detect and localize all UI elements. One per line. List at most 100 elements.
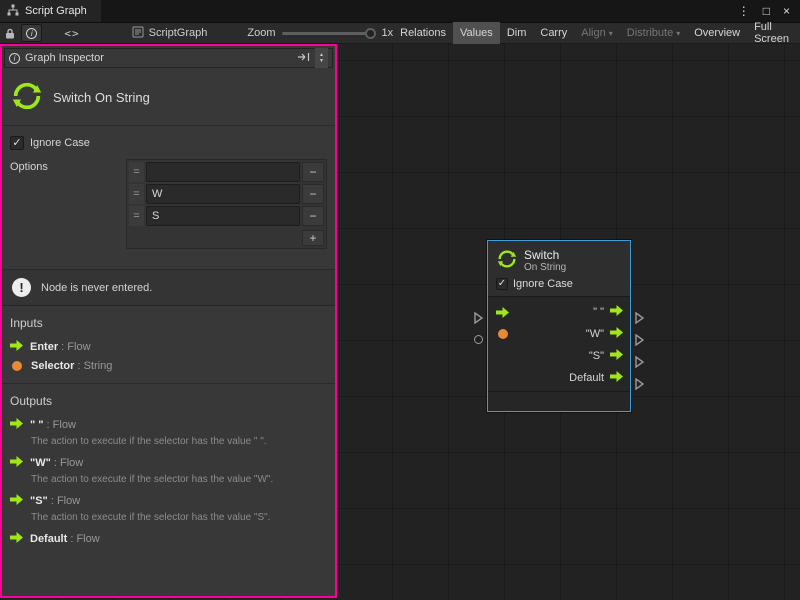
flow-out-port[interactable] [610, 305, 623, 319]
window-menu-icon[interactable]: ⋮ [738, 4, 750, 18]
drag-handle-icon[interactable]: = [129, 184, 144, 204]
node-header[interactable]: Switch On String ✓ Ignore Case [488, 241, 630, 297]
zoom-control: Zoom 1x [247, 27, 393, 39]
port-row: "S" [488, 345, 630, 367]
graph-name-label: ScriptGraph [149, 27, 208, 39]
port-name: Default [30, 533, 67, 545]
node-ignore-case-label: Ignore Case [513, 278, 573, 290]
option-row: = − [129, 162, 324, 182]
distribute-button[interactable]: Distribute ▾ [620, 22, 687, 44]
node-settings-form: ✓ Ignore Case Options = − = [2, 126, 335, 270]
graph-icon [7, 4, 19, 19]
align-button[interactable]: Align ▾ [574, 22, 619, 44]
carry-button[interactable]: Carry [533, 22, 574, 44]
option-row: = − [129, 206, 324, 226]
chevron-down-icon: ▾ [609, 29, 613, 38]
port-description: The action to execute if the selector ha… [31, 436, 327, 447]
lock-icon[interactable] [0, 28, 19, 39]
remove-option-button[interactable]: − [302, 206, 324, 226]
inspector-toggle-button[interactable]: i [21, 24, 42, 42]
flow-arrow-icon [10, 456, 23, 470]
zoom-slider[interactable] [282, 32, 374, 35]
option-input[interactable] [146, 162, 300, 182]
node-ignore-case-checkbox[interactable]: ✓ [496, 278, 508, 290]
fullscreen-button[interactable]: Full Screen [747, 22, 800, 44]
tab-script-graph[interactable]: Script Graph [0, 0, 101, 22]
output-flow-connector[interactable] [635, 378, 644, 390]
window-titlebar: Script Graph ⋮ □ × [0, 0, 800, 22]
options-label: Options [10, 159, 126, 173]
check-icon: ✓ [12, 138, 21, 149]
enter-flow-port[interactable] [496, 307, 509, 318]
remove-option-button[interactable]: − [302, 162, 324, 182]
code-preview-button[interactable]: <> [58, 27, 85, 40]
relations-button[interactable]: Relations [393, 22, 453, 44]
ignore-case-label: Ignore Case [30, 136, 90, 151]
switch-on-string-node[interactable]: Switch On String ✓ Ignore Case " " [487, 240, 631, 412]
port-type: Flow [67, 533, 99, 545]
drag-handle-icon[interactable]: = [129, 206, 144, 226]
overview-button[interactable]: Overview [687, 22, 747, 44]
flow-out-port[interactable] [610, 349, 623, 363]
value-port-icon [12, 361, 22, 371]
drag-handle-icon[interactable]: = [129, 162, 144, 182]
option-input[interactable] [146, 184, 300, 204]
unity-script-graph-window: Script Graph ⋮ □ × i <> [0, 0, 800, 600]
warning-text: Node is never entered. [41, 282, 152, 294]
dim-button[interactable]: Dim [500, 22, 534, 44]
chevron-down-icon: ▾ [676, 29, 680, 38]
input-flow-connector[interactable] [474, 312, 483, 324]
graph-breadcrumb[interactable]: ScriptGraph [132, 26, 208, 41]
ignore-case-checkbox[interactable]: ✓ [10, 136, 24, 150]
inputs-header: Inputs [2, 312, 335, 337]
options-list: = − = − = − [126, 159, 327, 249]
port-type: Flow [48, 495, 80, 507]
script-graph-asset-icon [132, 26, 144, 41]
port-row: "W" [488, 323, 630, 345]
port-type: String [74, 360, 112, 372]
dock-inspector-icon[interactable] [297, 52, 310, 65]
flow-arrow-icon [10, 340, 23, 354]
maximize-icon[interactable]: □ [763, 4, 770, 18]
output-flow-connector[interactable] [635, 334, 644, 346]
info-icon: i [9, 53, 20, 64]
values-button[interactable]: Values [453, 22, 500, 44]
remove-option-button[interactable]: − [302, 184, 324, 204]
port-label: " " [593, 306, 604, 318]
flow-out-port[interactable] [610, 371, 623, 385]
node-subtitle: On String [524, 262, 566, 273]
add-option-button[interactable]: + [302, 230, 324, 246]
close-icon[interactable]: × [783, 4, 790, 18]
input-value-connector[interactable] [474, 335, 483, 344]
port-name: Selector [31, 360, 74, 372]
port-description: The action to execute if the selector ha… [31, 474, 327, 485]
zoom-value: 1x [381, 27, 393, 39]
info-icon: i [26, 28, 37, 39]
toolbar-buttons: Relations Values Dim Carry Align ▾ Distr… [393, 22, 800, 44]
zoom-slider-handle[interactable] [365, 28, 376, 39]
output-port-line: "S"Flow [2, 491, 335, 511]
port-row: Default [488, 367, 630, 389]
pane-scroll-widget[interactable]: ▲ ▼ [315, 48, 328, 68]
selector-string-port[interactable] [496, 329, 510, 339]
switch-icon [496, 248, 518, 273]
option-row: = − [129, 184, 324, 204]
option-input[interactable] [146, 206, 300, 226]
port-description: The action to execute if the selector ha… [31, 512, 327, 523]
graph-canvas[interactable]: Switch On String ✓ Ignore Case " " [0, 44, 800, 600]
output-flow-connector[interactable] [635, 312, 644, 324]
zoom-label: Zoom [247, 27, 275, 39]
output-flow-connector[interactable] [635, 356, 644, 368]
node-footer [488, 391, 630, 403]
warning-banner: ! Node is never entered. [2, 270, 335, 306]
flow-arrow-icon [10, 494, 23, 508]
input-port-line: EnterFlow [2, 337, 335, 357]
flow-out-port[interactable] [610, 327, 623, 341]
port-row: " " [488, 301, 630, 323]
inputs-section: Inputs EnterFlow SelectorString [2, 306, 335, 383]
input-port-line: SelectorString [2, 357, 335, 375]
scroll-down-icon[interactable]: ▼ [319, 58, 324, 64]
tab-label: Script Graph [25, 5, 87, 17]
outputs-section: Outputs " "Flow The action to execute if… [2, 383, 335, 557]
port-type: Flow [58, 341, 90, 353]
